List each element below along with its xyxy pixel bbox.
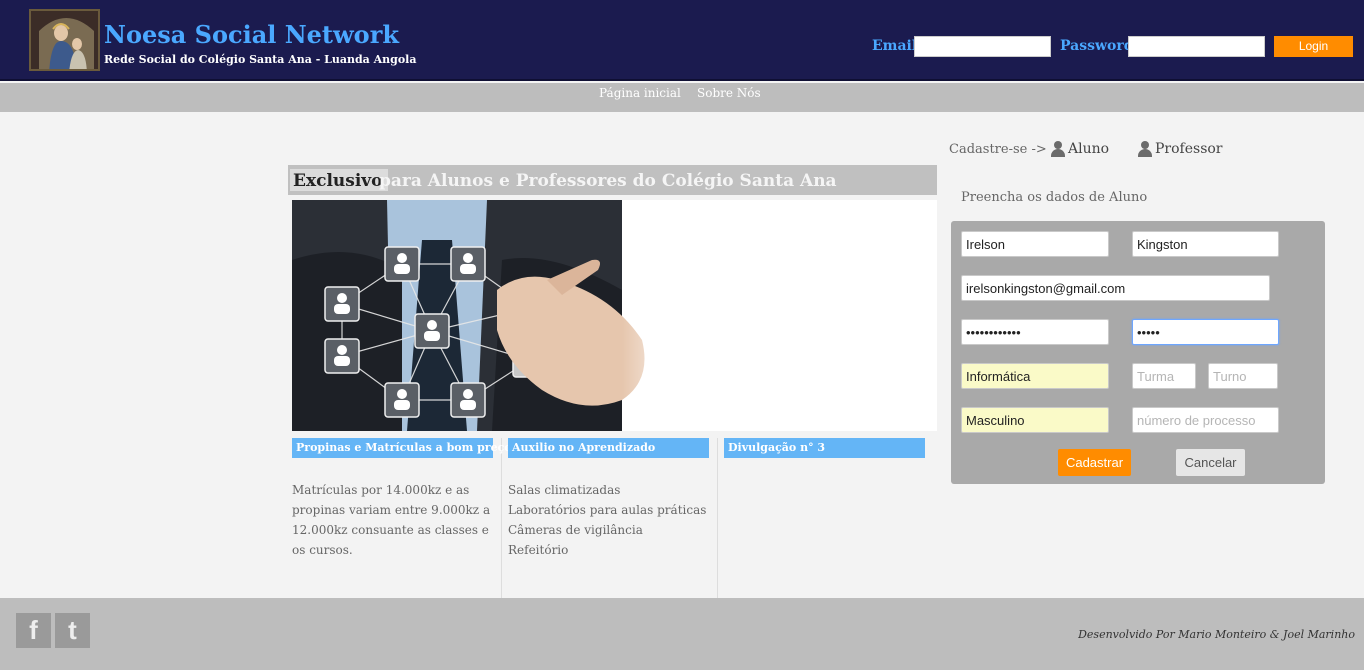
login-email-input[interactable] [914, 36, 1051, 57]
register-aluno-link[interactable]: Aluno [1050, 141, 1109, 157]
register-label: Cadastre-se -> [949, 142, 1047, 157]
column-text: Salas climatizadas Laboratórios para aul… [508, 480, 713, 560]
column-line: Laboratórios para aulas práticas [508, 503, 707, 517]
column-text: Matrículas por 14.000kz e as propinas va… [292, 483, 491, 557]
form-title: Preencha os dados de Aluno [961, 190, 1148, 205]
user-icon [1050, 141, 1066, 157]
twitter-icon[interactable]: t [55, 613, 90, 648]
turma-input[interactable] [1132, 363, 1196, 389]
submit-button[interactable]: Cadastrar [1058, 449, 1131, 476]
login-button[interactable]: Login [1274, 36, 1353, 57]
facebook-icon[interactable]: f [16, 613, 51, 648]
process-number-input[interactable] [1132, 407, 1279, 433]
nav-item-about[interactable]: Sobre Nós [697, 86, 761, 100]
info-column-fees: Propinas e Matrículas a bom preço Matríc… [288, 438, 512, 598]
login-password-input[interactable] [1128, 36, 1265, 57]
column-heading: Propinas e Matrículas a bom preço [292, 438, 512, 458]
login-password-label: Password [1060, 38, 1134, 54]
cancel-button[interactable]: Cancelar [1176, 449, 1245, 476]
site-title[interactable]: Noesa Social Network [104, 20, 399, 49]
register-aluno-label[interactable]: Aluno [1068, 141, 1109, 157]
credits: Desenvolvido Por Mario Monteiro & Joel M… [1078, 628, 1355, 641]
exclusive-banner: Exclusivo para Alunos e Professores do C… [288, 165, 937, 195]
info-column-announcement: Divulgação n° 3 [720, 438, 934, 598]
email-input[interactable] [961, 275, 1270, 301]
main-content: Exclusivo para Alunos e Professores do C… [288, 165, 937, 598]
registration-form [951, 221, 1325, 484]
user-icon [1137, 141, 1153, 157]
login-email-label: Email [872, 38, 918, 54]
main-nav: Página inicial Sobre Nós [0, 83, 1364, 112]
banner-text: para Alunos e Professores do Colégio San… [379, 171, 837, 191]
column-heading: Divulgação n° 3 [724, 438, 925, 458]
gender-select[interactable] [961, 407, 1109, 433]
banner-strong-text: Exclusivo [290, 169, 388, 191]
first-name-input[interactable] [961, 231, 1109, 257]
school-logo[interactable] [29, 9, 100, 71]
column-heading: Auxilio no Aprendizado [508, 438, 709, 458]
password-input[interactable] [961, 319, 1109, 345]
register-professor-label[interactable]: Professor [1155, 141, 1223, 157]
column-line: Refeitório [508, 543, 569, 557]
nav-item-home[interactable]: Página inicial [599, 86, 681, 100]
header: Noesa Social Network Rede Social do Colé… [0, 0, 1364, 81]
column-line: Câmeras de vigilância [508, 523, 643, 537]
turno-input[interactable] [1208, 363, 1278, 389]
site-subtitle: Rede Social do Colégio Santa Ana - Luand… [104, 53, 417, 66]
password-confirm-input[interactable] [1132, 319, 1279, 345]
course-select[interactable] [961, 363, 1109, 389]
hero-image [292, 200, 937, 431]
last-name-input[interactable] [1132, 231, 1279, 257]
info-column-learning: Auxilio no Aprendizado Salas climatizada… [504, 438, 718, 598]
footer: f t Desenvolvido Por Mario Monteiro & Jo… [0, 598, 1364, 670]
column-line: Salas climatizadas [508, 483, 621, 497]
register-professor-link[interactable]: Professor [1137, 141, 1223, 157]
